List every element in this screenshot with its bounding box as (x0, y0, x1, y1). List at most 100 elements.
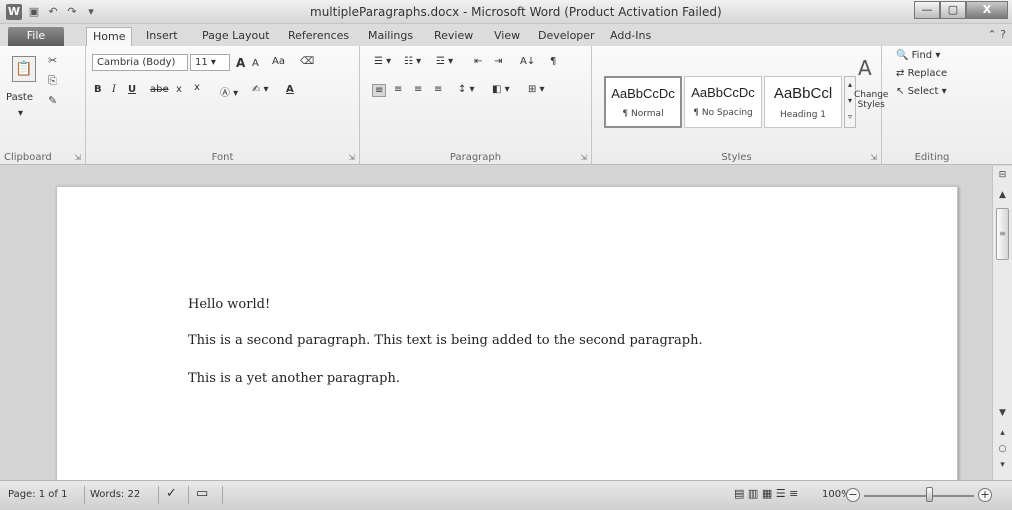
word-count[interactable]: Words: 22 (90, 489, 140, 500)
vertical-scrollbar[interactable]: ⊟ ▲ ≡ ▼ ▴ ○ ▾ (992, 166, 1012, 480)
macro-record-icon[interactable]: ▭ (196, 486, 208, 501)
increase-indent-icon[interactable]: ⇥ (494, 56, 502, 67)
align-left-icon[interactable]: ≡ (372, 84, 387, 97)
style-normal[interactable]: AaBbCcDc ¶ Normal (604, 76, 682, 128)
page-count[interactable]: Page: 1 of 1 (8, 489, 67, 500)
previous-page-icon[interactable]: ▴ (995, 426, 1010, 440)
scroll-up-button[interactable]: ▲ (995, 188, 1010, 202)
numbering-icon[interactable]: ☷ ▾ (404, 56, 421, 67)
sort-button[interactable]: A↓ (520, 56, 535, 67)
close-button[interactable]: X (966, 1, 1008, 19)
tab-home[interactable]: Home (86, 27, 133, 46)
paragraph-2[interactable]: This is a second paragraph. This text is… (188, 333, 703, 348)
tab-file[interactable]: File (8, 27, 64, 46)
font-family-value: Cambria (Body) (97, 57, 176, 68)
underline-button[interactable]: U (128, 84, 136, 95)
styles-launcher-icon[interactable]: ⇲ (870, 153, 877, 162)
tab-developer[interactable]: Developer (532, 27, 601, 46)
next-page-icon[interactable]: ▾ (995, 458, 1010, 472)
align-right-icon[interactable]: ≡ (414, 84, 422, 95)
change-styles-icon[interactable]: A (858, 56, 872, 80)
status-divider (222, 486, 223, 504)
proofing-icon[interactable]: ✓ (166, 486, 177, 501)
maximize-button[interactable]: ▢ (940, 1, 966, 19)
font-family-select[interactable]: Cambria (Body) (92, 54, 188, 71)
line-spacing-icon[interactable]: ↕ ▾ (458, 84, 475, 95)
select-button[interactable]: ↖ Select ▾ (896, 86, 947, 97)
window-title: multipleParagraphs.docx - Microsoft Word… (310, 5, 722, 19)
decrease-indent-icon[interactable]: ⇤ (474, 56, 482, 67)
strikethrough-button[interactable]: abe (150, 84, 169, 95)
cut-icon[interactable]: ✂ (48, 54, 57, 67)
font-color-button[interactable]: A (286, 84, 294, 95)
status-divider (84, 486, 85, 504)
browse-object-icon[interactable]: ○ (995, 442, 1010, 456)
window-controls: — ▢ X (914, 1, 1008, 19)
italic-button[interactable]: I (112, 84, 116, 95)
tab-references[interactable]: References (282, 27, 355, 46)
paste-dropdown-icon[interactable]: ▾ (18, 108, 23, 119)
ribbon-collapse-help-icon[interactable]: ⌃ ? (987, 28, 1006, 41)
save-icon[interactable]: ▣ (27, 5, 41, 19)
zoom-slider-thumb[interactable] (926, 487, 933, 502)
style-no-spacing[interactable]: AaBbCcDc ¶ No Spacing (684, 76, 762, 128)
find-icon: 🔍 (896, 50, 909, 61)
tab-add-ins[interactable]: Add-Ins (604, 27, 657, 46)
ribbon-tabs: File Home Insert Page Layout References … (0, 24, 1012, 46)
multilevel-list-icon[interactable]: ☲ ▾ (436, 56, 453, 67)
tab-page-layout[interactable]: Page Layout (196, 27, 276, 46)
redo-icon[interactable]: ↷ (65, 5, 79, 19)
print-layout-icon[interactable]: ▤ (734, 487, 744, 500)
paragraph-1[interactable]: Hello world! (188, 297, 270, 312)
shading-icon[interactable]: ◧ ▾ (492, 84, 510, 95)
show-formatting-button[interactable]: ¶ (550, 56, 556, 67)
clear-formatting-icon[interactable]: ⌫ (300, 56, 314, 67)
find-button[interactable]: 🔍 Find ▾ (896, 50, 940, 61)
format-painter-icon[interactable]: ✎ (48, 94, 57, 107)
zoom-out-button[interactable]: − (846, 488, 860, 502)
font-launcher-icon[interactable]: ⇲ (348, 153, 355, 162)
ruler-toggle-icon[interactable]: ⊟ (995, 168, 1010, 182)
replace-button[interactable]: ⇄ Replace (896, 68, 947, 79)
find-label: Find (911, 50, 933, 61)
justify-icon[interactable]: ≡ (434, 84, 442, 95)
highlight-icon[interactable]: ✍ ▾ (252, 84, 269, 95)
align-center-icon[interactable]: ≡ (394, 84, 402, 95)
grow-font-button[interactable]: A (236, 56, 245, 70)
dropdown-icon[interactable]: ▾ (84, 5, 98, 19)
clipboard-launcher-icon[interactable]: ⇲ (74, 153, 81, 162)
paste-button[interactable]: Paste (6, 92, 33, 103)
bullets-icon[interactable]: ☰ ▾ (374, 56, 391, 67)
superscript-button[interactable]: x (194, 82, 200, 93)
word-logo-icon[interactable]: W (6, 4, 22, 20)
paragraph-launcher-icon[interactable]: ⇲ (580, 153, 587, 162)
zoom-in-button[interactable]: + (978, 488, 992, 502)
style-no-spacing-sample: AaBbCcDc (691, 85, 755, 100)
scroll-thumb[interactable]: ≡ (996, 208, 1009, 260)
scroll-down-button[interactable]: ▼ (995, 406, 1010, 420)
tab-review[interactable]: Review (428, 27, 479, 46)
bold-button[interactable]: B (94, 84, 102, 95)
web-layout-icon[interactable]: ▦ (762, 487, 772, 500)
style-heading-1[interactable]: AaBbCcl Heading 1 (764, 76, 842, 128)
full-screen-reading-icon[interactable]: ▥ (748, 487, 758, 500)
paragraph-3[interactable]: This is a yet another paragraph. (188, 371, 400, 386)
tab-insert[interactable]: Insert (140, 27, 184, 46)
paste-icon[interactable]: 📋 (12, 56, 36, 82)
document-page[interactable]: Hello world! This is a second paragraph.… (56, 186, 958, 480)
zoom-slider-track[interactable] (864, 495, 974, 497)
font-size-select[interactable]: 11 ▾ (190, 54, 230, 71)
outline-icon[interactable]: ☰ (776, 487, 786, 500)
tab-mailings[interactable]: Mailings (362, 27, 419, 46)
minimize-button[interactable]: — (914, 1, 940, 19)
borders-icon[interactable]: ⊞ ▾ (528, 84, 545, 95)
shrink-font-button[interactable]: A (252, 58, 259, 69)
copy-icon[interactable]: ⎘ (48, 74, 57, 88)
subscript-button[interactable]: x (176, 84, 182, 95)
text-effects-icon[interactable]: Ⓐ ▾ (220, 84, 238, 99)
change-case-button[interactable]: Aa (272, 56, 285, 67)
tab-view[interactable]: View (488, 27, 526, 46)
undo-icon[interactable]: ↶ (46, 5, 60, 19)
draft-icon[interactable]: ≡ (789, 487, 798, 500)
clipboard-group: 📋 Paste ▾ ✂ ⎘ ✎ Clipboard ⇲ (0, 46, 86, 165)
